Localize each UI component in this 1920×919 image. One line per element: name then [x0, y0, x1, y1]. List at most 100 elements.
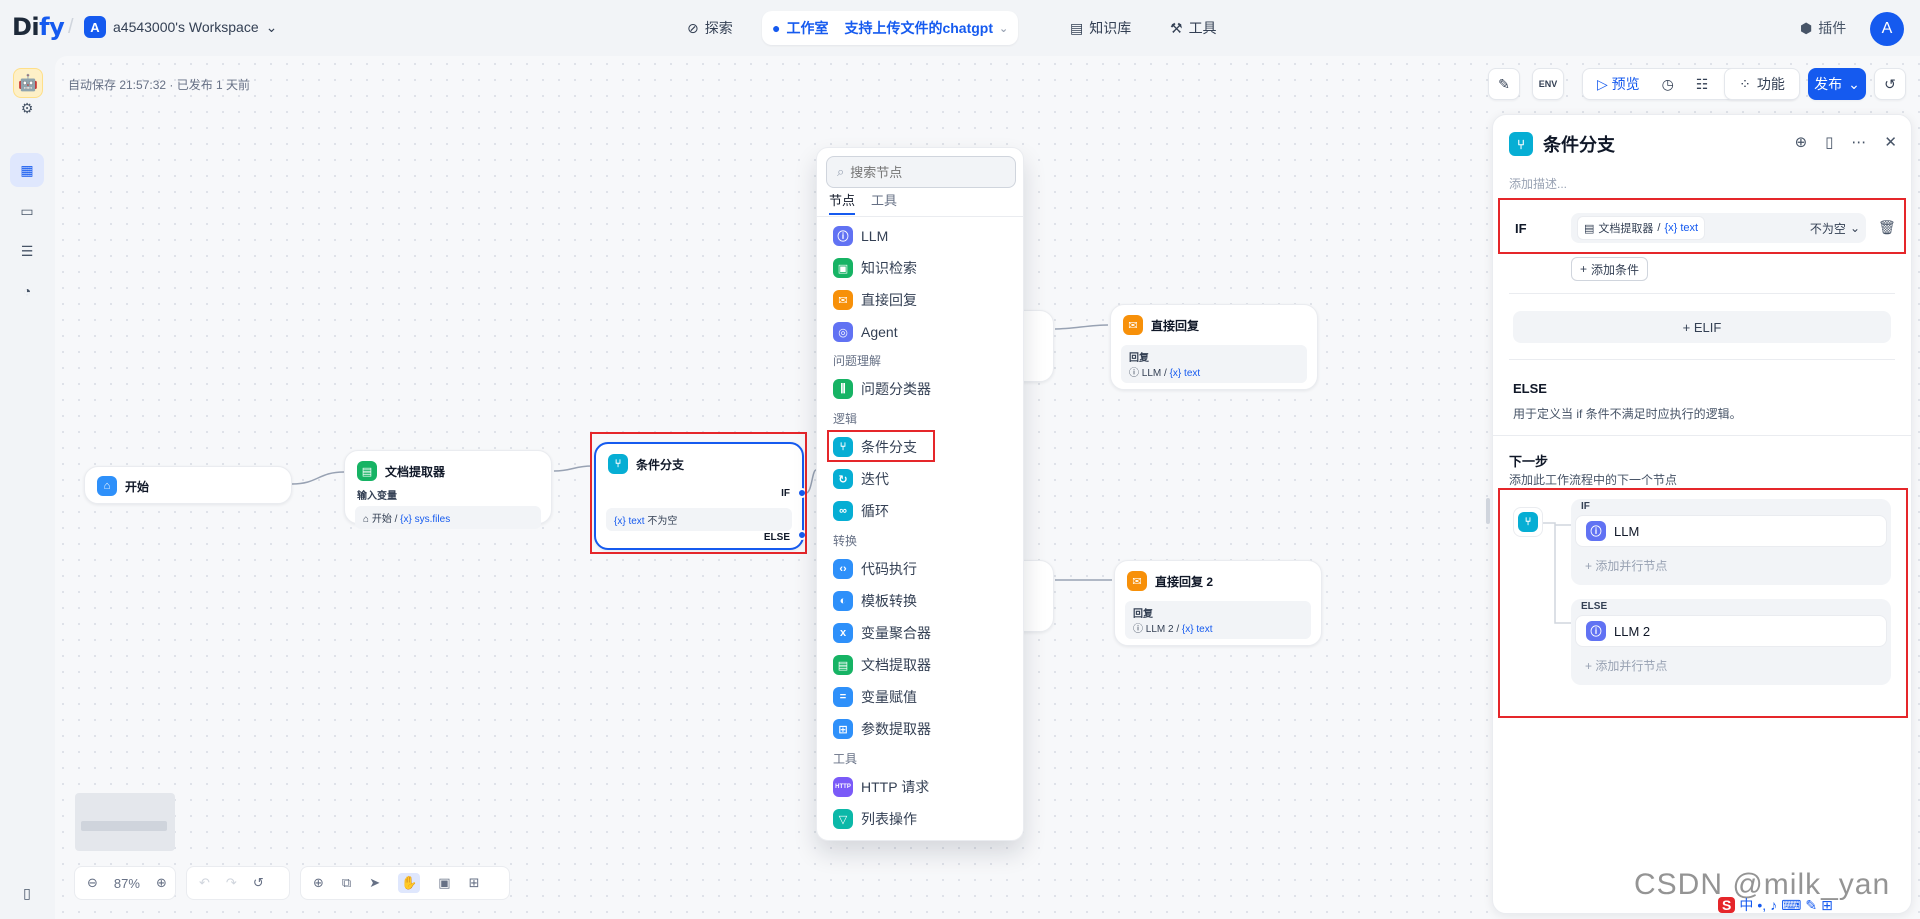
help-book-icon[interactable]: ▯ [1825, 133, 1833, 151]
picker-item-loop[interactable]: ∞ 循环 [833, 498, 889, 524]
if-port-handle[interactable] [797, 488, 807, 498]
picker-item-answer[interactable]: ✉ 直接回复 [833, 287, 917, 313]
picker-item-code[interactable]: ‹› 代码执行 [833, 556, 917, 582]
features-button[interactable]: ⁘ 功能 [1724, 68, 1800, 100]
ime-lang-icon[interactable]: 中 [1739, 895, 1753, 915]
answer-node-1[interactable]: ✉ 直接回复 回复 ⓘ LLM / {x} text [1110, 304, 1318, 390]
add-parallel-button[interactable]: + 添加并行节点 [1585, 657, 1667, 674]
monitor-icon[interactable]: ◔ [10, 274, 44, 308]
user-avatar[interactable]: A [1870, 12, 1904, 46]
panel-resize-handle[interactable] [1486, 498, 1490, 524]
picker-item-aggregator[interactable]: x 变量聚合器 [833, 620, 931, 646]
nav-tools[interactable]: ⚒ 工具 [1160, 11, 1227, 45]
apps-icon[interactable]: ⊞ [1821, 897, 1833, 914]
checklist-tasks-icon[interactable]: ☷ [1696, 76, 1709, 93]
else-description: 用于定义当 if 条件不满足时应执行的逻辑。 [1513, 407, 1742, 421]
tab-tools[interactable]: 工具 [871, 190, 897, 215]
collapse-sidebar-icon[interactable]: ▯ [10, 876, 44, 910]
zoom-in-icon[interactable]: ⊕ [156, 875, 167, 891]
picker-item-llm[interactable]: ⓘ LLM [833, 223, 888, 249]
next-node-llm2[interactable]: ⓘ LLM 2 [1575, 615, 1887, 647]
ime-logo-icon[interactable]: S [1718, 897, 1736, 913]
skin-icon[interactable]: ✎ [1805, 897, 1817, 914]
app-icon[interactable]: 🤖 [13, 68, 43, 98]
organize-icon[interactable]: ⊞ [469, 875, 480, 891]
env-button[interactable]: ENV [1532, 68, 1564, 100]
grid-icon: ⊞ [833, 719, 853, 739]
picker-item-doc-extractor[interactable]: ▤ 文档提取器 [833, 652, 931, 678]
trash-icon[interactable]: 🗑 [1878, 219, 1896, 236]
nav-knowledge[interactable]: ▤ 知识库 [1060, 11, 1141, 45]
publish-button[interactable]: 发布 ⌄ [1808, 68, 1866, 100]
export-image-icon[interactable]: ▣ [438, 875, 450, 891]
workspace-switcher[interactable]: A a4543000's Workspace ⌄ [84, 16, 277, 38]
picker-item-knowledge[interactable]: ▣ 知识检索 [833, 255, 917, 281]
answer-node-2[interactable]: ✉ 直接回复 2 回复 ⓘ LLM 2 / {x} text [1114, 560, 1322, 646]
chevron-down-icon: ⌄ [1848, 75, 1860, 92]
picker-item-iteration[interactable]: ↻ 迭代 [833, 466, 889, 492]
node-search-input[interactable] [850, 164, 1001, 180]
picker-item-if-else[interactable]: ⑂ 条件分支 [833, 434, 917, 460]
add-condition-button[interactable]: + 添加条件 [1571, 257, 1649, 281]
keyboard-icon[interactable]: ⌨ [1781, 897, 1801, 914]
microphone-icon[interactable]: ♪ [1770, 897, 1777, 913]
assign-icon: = [833, 687, 853, 707]
preview-button[interactable]: ▷ 预览 [1597, 74, 1640, 94]
picker-item-template[interactable]: ◐ 模板转换 [833, 588, 917, 614]
history-run-icon[interactable]: ◷ [1662, 76, 1674, 93]
add-node-icon[interactable]: ⊕ [313, 875, 324, 891]
panel-title: ⑂ 条件分支 [1509, 131, 1615, 157]
else-port-handle[interactable] [797, 530, 807, 540]
description-input[interactable]: 添加描述... [1509, 175, 1567, 192]
terminal-icon[interactable]: ▭ [10, 194, 44, 228]
add-elif-button[interactable]: + ELIF [1513, 311, 1891, 343]
plugins-button[interactable]: ⬢ 插件 [1800, 18, 1846, 38]
settings-sliders-icon[interactable]: ⚙ [10, 96, 44, 120]
ime-punct-icon[interactable]: •, [1757, 897, 1766, 913]
orchestrate-icon[interactable]: ▦ [10, 153, 44, 187]
logs-icon[interactable]: ☰ [10, 234, 44, 268]
picker-item-classifier[interactable]: ⫼ 问题分类器 [833, 376, 931, 402]
condition-row[interactable]: ▤ 文档提取器 / {x} text 不为空 ⌄ [1571, 213, 1866, 243]
history-icon[interactable]: ↺ [253, 875, 264, 891]
tab-nodes[interactable]: 节点 [829, 190, 856, 215]
zoom-controls: ⊖ 87% ⊕ [74, 866, 176, 900]
input-variable-chip: ⌂ 开始 / {x} sys.files [355, 506, 541, 529]
app-selector[interactable]: 支持上传文件的chatgpt [844, 18, 993, 38]
dify-logo[interactable]: Dify [12, 13, 65, 41]
more-icon[interactable]: ⋯ [1851, 133, 1866, 151]
nav-studio[interactable]: ● 工作室 支持上传文件的chatgpt ⌄ [762, 11, 1019, 45]
separator: / [68, 16, 74, 38]
start-node[interactable]: ⌂ 开始 [84, 466, 292, 504]
panel-tools: ⊕ ▯ ⋯ ✕ [1795, 133, 1897, 151]
redo-icon[interactable]: ↷ [226, 875, 237, 891]
picker-item-param-extractor[interactable]: ⊞ 参数提取器 [833, 716, 931, 742]
minimap[interactable] [75, 793, 175, 851]
zoom-out-icon[interactable]: ⊖ [87, 875, 98, 891]
condition-operator[interactable]: 不为空 ⌄ [1810, 220, 1860, 237]
top-bar: Dify / A a4543000's Workspace ⌄ ⊘ 探索 ● 工作室… [0, 0, 1920, 56]
nav-explore[interactable]: ⊘ 探索 [677, 11, 743, 45]
run-icon[interactable]: ⊕ [1795, 133, 1808, 151]
picker-item-list-operator[interactable]: ▽ 列表操作 [833, 806, 917, 832]
picker-item-assigner[interactable]: = 变量赋值 [833, 684, 917, 710]
close-icon[interactable]: ✕ [1884, 133, 1897, 151]
hammer-icon: ⚒ [1170, 19, 1183, 36]
doc-extractor-node[interactable]: ▤ 文档提取器 输入变量 ⌂ 开始 / {x} sys.files [344, 450, 552, 529]
undo-icon[interactable]: ↶ [199, 875, 210, 891]
chevron-down-icon: ⌄ [999, 22, 1009, 35]
category-logic: 逻辑 [833, 412, 858, 426]
picker-item-http[interactable]: HTTP HTTP 请求 [833, 774, 929, 800]
pointer-icon[interactable]: ➤ [369, 875, 380, 891]
next-node-llm[interactable]: ⓘ LLM [1575, 515, 1887, 547]
picker-item-agent[interactable]: ◎ Agent [833, 319, 898, 345]
hand-icon[interactable]: ✋ [398, 873, 421, 893]
condition-variable[interactable]: ▤ 文档提取器 / {x} text [1577, 216, 1706, 240]
node-search-box[interactable]: ⌕ [826, 156, 1016, 188]
add-note-icon[interactable]: ⧉ [342, 875, 351, 891]
version-history-icon[interactable]: ↺ [1874, 68, 1906, 100]
zoom-level[interactable]: 87% [114, 876, 140, 891]
if-else-node[interactable]: ⑂ 条件分支 IF {x} text 不为空 ELSE [594, 442, 804, 550]
checklist-icon[interactable]: ✎ [1488, 68, 1520, 100]
add-parallel-button[interactable]: + 添加并行节点 [1585, 557, 1667, 574]
